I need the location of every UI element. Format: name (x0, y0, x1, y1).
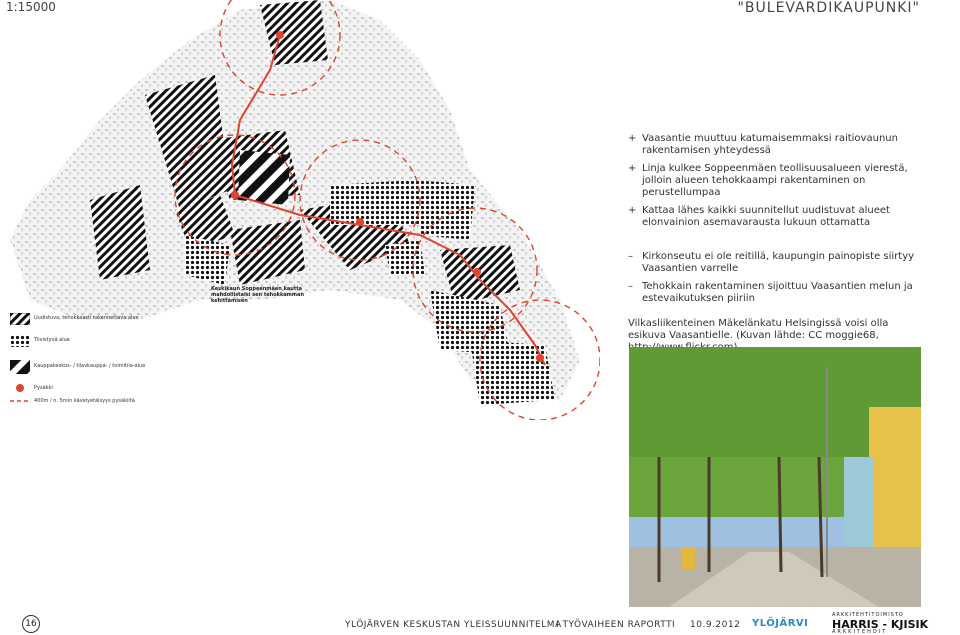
minus-mark: – (628, 281, 633, 292)
pro-item: + Vaasantie muuttuu katumaisemmaksi rait… (628, 133, 926, 157)
firm-logo-bottom: ARKKITEHDIT (832, 629, 888, 635)
con-text: Tehokkain rakentaminen sijoittuu Vaasant… (642, 281, 913, 304)
footer-report-title: I TYÖVAIHEEN RAPORTTI (556, 620, 676, 630)
legend-label: Kauppakeskus- / tilavkauppa- / toimitila… (34, 363, 146, 369)
minus-mark: – (628, 251, 633, 262)
legend-label: Tiivistyvä alue (34, 337, 70, 343)
plus-mark: + (628, 133, 637, 144)
red-dashed-line-swatch-icon (10, 400, 30, 402)
con-text: Kirkonseutu ei ole reitillä, kaupungin p… (642, 251, 915, 274)
con-item: – Kirkonseutu ei ole reitillä, kaupungin… (628, 251, 926, 275)
page-title: "BULEVARDIKAUPUNKI" (737, 0, 920, 16)
legend-label: Pysäkki (34, 385, 53, 391)
map-callout: Keskikaun Soppeenmäen kautta mahdollista… (211, 286, 305, 304)
pro-item: + Kattaa lähes kaikki suunnitellut uudis… (628, 205, 926, 229)
red-dot-swatch-icon (16, 384, 24, 392)
pro-text: Vaasantie muuttuu katumaisemmaksi raitio… (642, 133, 898, 156)
page-number: 16 (22, 615, 40, 633)
pro-item: + Linja kulkee Soppeenmäen teollisuusalu… (628, 163, 926, 199)
commercial-areas (238, 150, 290, 205)
footer-date: 10.9.2012 (690, 620, 741, 630)
diagonal-hatch-swatch-icon (10, 313, 30, 325)
con-item: – Tehokkain rakentaminen sijoittuu Vaasa… (628, 281, 926, 305)
legend-label: Uudistuva, tehokkaasti rakennettava alue (34, 315, 139, 321)
pro-text: Kattaa lähes kaikki suunnitellut uudistu… (642, 205, 890, 228)
plus-mark: + (628, 163, 637, 174)
street-photo (629, 347, 921, 607)
pros-cons-list: + Vaasantie muuttuu katumaisemmaksi rait… (628, 133, 926, 311)
legend-label: 400m / n. 5min kävelyetäisyys pysäkiltä (34, 398, 135, 404)
dot-pattern-swatch-icon (10, 335, 30, 347)
city-logo: YLÖJÄRVI (752, 618, 809, 629)
thick-hatch-swatch-icon (10, 360, 30, 374)
pro-text: Linja kulkee Soppeenmäen teollisuusaluee… (642, 163, 908, 198)
plus-mark: + (628, 205, 637, 216)
master-plan-map (10, 0, 600, 420)
footer-plan-title: YLÖJÄRVEN KESKUSTAN YLEISSUUNNITELMA (345, 620, 562, 630)
